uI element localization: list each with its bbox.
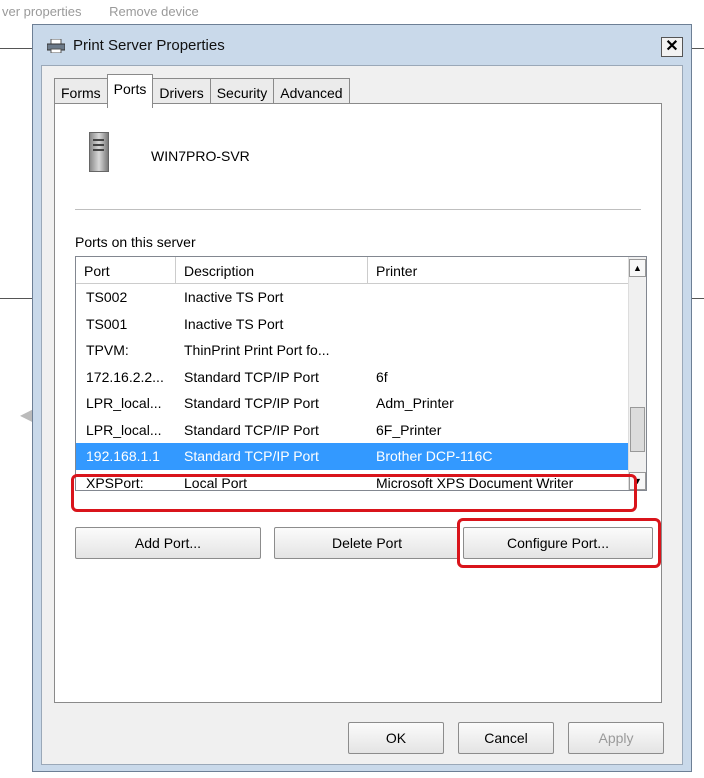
description-cell: Standard TCP/IP Port [184, 395, 319, 412]
cancel-button[interactable]: Cancel [458, 722, 554, 754]
vertical-scrollbar[interactable]: ▲ ▼ [628, 257, 646, 490]
port-row[interactable]: LPR_local... Standard TCP/IP Port 6F_Pri… [76, 417, 646, 444]
configure-port-highlight-frame [457, 518, 661, 568]
server-icon [89, 132, 109, 172]
port-row[interactable]: 172.16.2.2... Standard TCP/IP Port 6f [76, 364, 646, 391]
port-cell: 172.16.2.2... [86, 368, 164, 385]
tab-ports[interactable]: Ports [106, 74, 154, 108]
separator [75, 209, 641, 210]
port-row[interactable]: TS002 Inactive TS Port [76, 284, 646, 311]
scroll-thumb[interactable] [630, 407, 645, 452]
port-row[interactable]: LPR_local... Standard TCP/IP Port Adm_Pr… [76, 390, 646, 417]
description-cell: Standard TCP/IP Port [184, 448, 319, 465]
close-button[interactable]: ✕ [661, 37, 683, 57]
background-divider [692, 48, 704, 49]
ports-list[interactable]: Port Description Printer TS002 Inactive … [75, 256, 647, 491]
printer-cell: Adm_Printer [376, 395, 454, 412]
ok-button[interactable]: OK [348, 722, 444, 754]
printer-cell: Brother DCP-116C [376, 448, 493, 465]
background-link-properties: ver properties [2, 4, 82, 19]
printer-icon [47, 39, 65, 53]
port-row-selected[interactable]: 192.168.1.1 Standard TCP/IP Port Brother… [76, 443, 646, 470]
port-cell: LPR_local... [86, 395, 162, 412]
tab-strip: Forms Ports Drivers Security Advanced [54, 74, 350, 108]
port-row[interactable]: TPVM: ThinPrint Print Port fo... [76, 337, 646, 364]
scroll-up-arrow-icon[interactable]: ▲ [629, 259, 646, 277]
background-divider [0, 48, 32, 49]
background-arrow-icon: ◀ [20, 407, 33, 424]
description-cell: ThinPrint Print Port fo... [184, 342, 330, 359]
printer-cell: 6f [376, 368, 388, 385]
port-cell: LPR_local... [86, 421, 162, 438]
list-header: Port Description Printer [76, 257, 646, 284]
background-divider [692, 298, 704, 299]
apply-button[interactable]: Apply [568, 722, 664, 754]
background-links: ver properties Remove device [2, 4, 223, 19]
port-cell: TS002 [86, 289, 128, 306]
print-server-properties-dialog: Print Server Properties ✕ Forms Ports Dr… [32, 24, 692, 772]
dialog-title: Print Server Properties [73, 37, 225, 54]
port-cell: TS001 [86, 315, 128, 332]
port-row[interactable]: TS001 Inactive TS Port [76, 311, 646, 338]
column-header-description[interactable]: Description [176, 257, 368, 283]
server-name: WIN7PRO-SVR [151, 148, 250, 164]
description-cell: Standard TCP/IP Port [184, 368, 319, 385]
dialog-body: Forms Ports Drivers Security Advanced WI… [41, 65, 683, 765]
add-port-button[interactable]: Add Port... [75, 527, 261, 559]
description-cell: Standard TCP/IP Port [184, 421, 319, 438]
selected-row-highlight-frame [71, 474, 637, 512]
delete-port-button[interactable]: Delete Port [274, 527, 460, 559]
port-cell: 192.168.1.1 [86, 448, 160, 465]
column-header-printer[interactable]: Printer [368, 257, 630, 283]
ports-label: Ports on this server [75, 234, 196, 250]
port-cell: TPVM: [86, 342, 129, 359]
background-link-remove-device: Remove device [109, 4, 199, 19]
title-bar[interactable]: Print Server Properties ✕ [33, 25, 691, 65]
description-cell: Inactive TS Port [184, 289, 284, 306]
column-header-port[interactable]: Port [76, 257, 176, 283]
ports-tab-panel: WIN7PRO-SVR Ports on this server Port De… [54, 103, 662, 703]
background-divider [0, 298, 32, 299]
description-cell: Inactive TS Port [184, 315, 284, 332]
printer-cell: 6F_Printer [376, 421, 442, 438]
